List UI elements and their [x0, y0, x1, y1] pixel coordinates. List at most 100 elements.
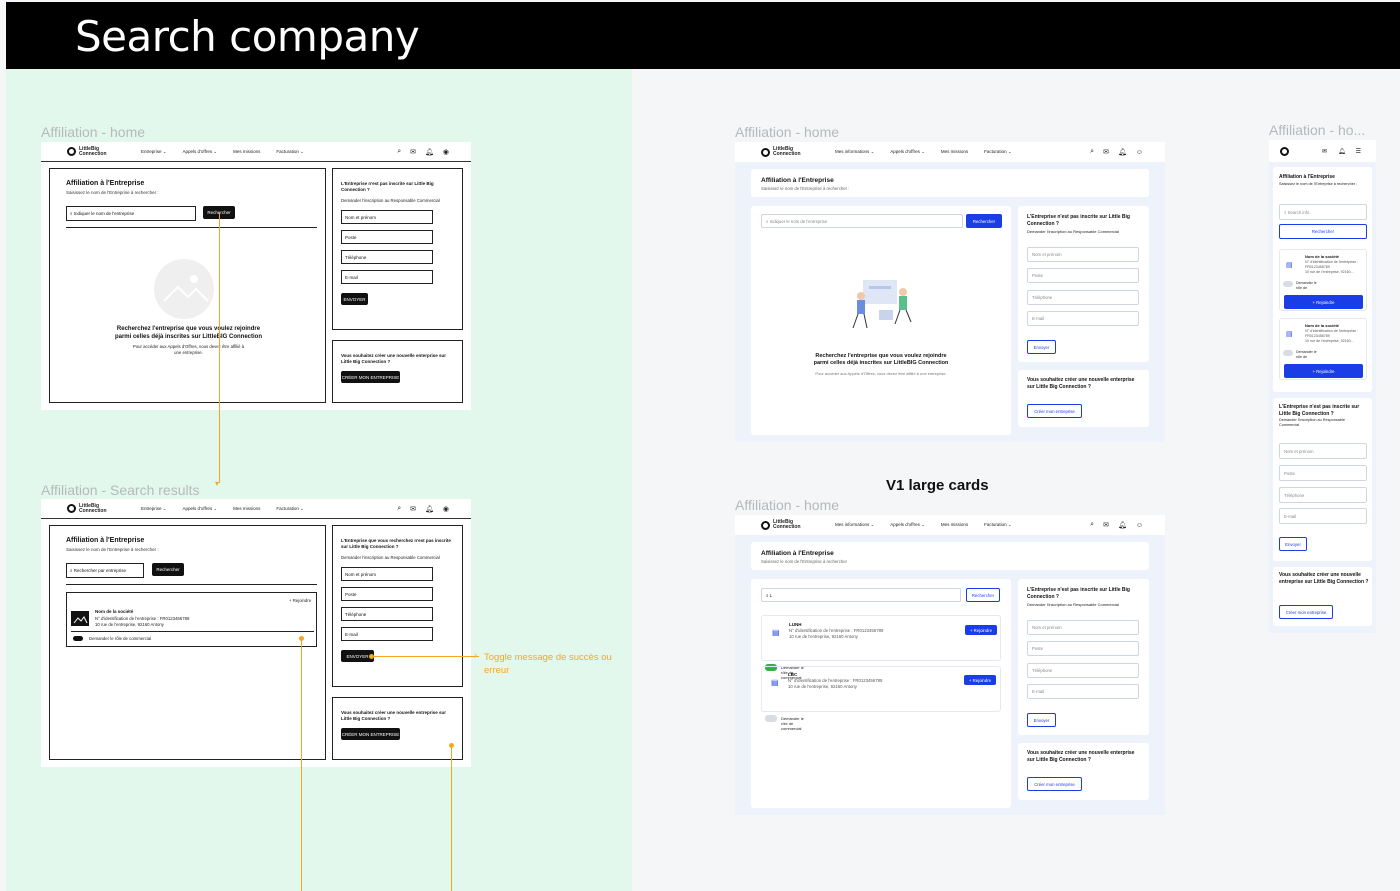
- nav-item[interactable]: Appels d'offres ⌄: [183, 506, 218, 512]
- email-field[interactable]: E-mail: [341, 270, 433, 284]
- main-panel: Affiliation à l'Entreprise Saisissez le …: [49, 525, 326, 760]
- main-card: Affiliation à l'Entreprise Saisissez le …: [1273, 167, 1372, 392]
- search-button[interactable]: Rechercher: [966, 214, 1002, 228]
- commercial-role-toggle[interactable]: [73, 636, 83, 641]
- phone-field[interactable]: Téléphone: [341, 250, 433, 264]
- nav-item[interactable]: Mes missions: [941, 522, 968, 528]
- logo[interactable]: LittleBig Connection: [67, 146, 129, 157]
- name-field[interactable]: Nom et prénom: [1027, 247, 1139, 262]
- bell-icon[interactable]: 🔔︎: [1118, 148, 1127, 156]
- avatar[interactable]: ☺: [1136, 149, 1143, 156]
- name-field[interactable]: Nom et prénom: [1279, 443, 1367, 459]
- nav-item[interactable]: Appels d'offres ⌄: [890, 522, 925, 528]
- arrow-head-icon: ▾: [215, 479, 220, 488]
- phone-field[interactable]: Téléphone: [1027, 663, 1139, 678]
- bell-icon[interactable]: 🔔︎: [425, 505, 434, 513]
- avatar[interactable]: ◉: [443, 148, 449, 156]
- result-card[interactable]: ▤ Nom de la société N° d'identification …: [1279, 249, 1367, 311]
- email-field[interactable]: E-mail: [341, 627, 433, 641]
- join-button[interactable]: + Rejoindre: [1284, 295, 1363, 309]
- name-field[interactable]: Nom et prénom: [1027, 620, 1139, 635]
- avatar[interactable]: ◉: [443, 505, 449, 513]
- email-field[interactable]: E-mail: [1027, 311, 1139, 326]
- join-button[interactable]: + Rejoindre: [1284, 364, 1363, 378]
- send-button[interactable]: Envoyer: [1027, 713, 1056, 727]
- create-company-button[interactable]: CRÉER MON ENTREPRISE: [341, 371, 400, 383]
- create-company-button[interactable]: Créer mon entreprise: [1027, 777, 1082, 791]
- panel-title: Affiliation à l'Entreprise: [761, 177, 834, 184]
- menu-icon[interactable]: ☰: [1356, 148, 1361, 155]
- avatar[interactable]: ☺: [1136, 522, 1143, 529]
- nav-item[interactable]: Facturation ⌄: [984, 522, 1012, 528]
- join-button[interactable]: + Rejoindre: [965, 625, 997, 635]
- search-button[interactable]: Rechercher: [152, 563, 184, 576]
- create-card: Vous souhaitez créer une nouvelle enterp…: [1018, 370, 1149, 427]
- document-icon: ▤: [1286, 331, 1293, 338]
- position-field[interactable]: Poste: [341, 587, 433, 601]
- logo-icon[interactable]: [1280, 146, 1289, 156]
- create-company-button[interactable]: Créer mon entreprise: [1027, 404, 1082, 418]
- logo[interactable]: LittleBig Connection: [761, 520, 823, 530]
- phone-field[interactable]: Téléphone: [341, 607, 433, 621]
- mail-icon[interactable]: ✉: [410, 148, 416, 156]
- nav-item[interactable]: Mes missions: [941, 149, 968, 155]
- search-input[interactable]: ⌕ Rechercher par entreprise: [66, 563, 144, 578]
- search-button[interactable]: Rechercher: [966, 588, 1000, 602]
- result-card[interactable]: ▤ LUNH N° d'identification de l'entrepri…: [761, 615, 1001, 661]
- mail-icon[interactable]: ✉: [410, 505, 416, 513]
- send-button[interactable]: Envoyer: [1027, 340, 1056, 354]
- send-button[interactable]: Envoyer: [1279, 537, 1307, 551]
- position-field[interactable]: Poste: [341, 230, 433, 244]
- bell-icon[interactable]: 🔔︎: [425, 148, 434, 156]
- search-input[interactable]: ⌕ L: [761, 588, 961, 602]
- nav-item[interactable]: Mes missions: [233, 149, 260, 155]
- search-input[interactable]: ⌕ Search info: [1279, 204, 1367, 220]
- nav-item[interactable]: Mes informations ⌄: [835, 149, 874, 155]
- join-button[interactable]: + Rejoindre: [964, 675, 996, 685]
- search-input[interactable]: ⌕ Indiquer le nom de l'entreprise: [66, 206, 196, 221]
- bell-icon[interactable]: 🔔︎: [1338, 148, 1346, 155]
- logo[interactable]: LittleBig Connection: [761, 147, 823, 157]
- result-card[interactable]: ▤ Nom de la société N° d'identification …: [1279, 318, 1367, 380]
- nav-item[interactable]: Facturation ⌄: [276, 506, 304, 512]
- nav-item[interactable]: Entreprise ⌄: [141, 506, 167, 512]
- create-company-button[interactable]: CRÉER MON ENTREPRISE: [341, 728, 400, 740]
- nav-item[interactable]: Appels d'offres ⌄: [890, 149, 925, 155]
- phone-field[interactable]: Téléphone: [1027, 290, 1139, 305]
- nav-item[interactable]: Appels d'offres ⌄: [183, 149, 218, 155]
- phone-field[interactable]: Téléphone: [1279, 487, 1367, 503]
- nav-item[interactable]: Facturation ⌄: [984, 149, 1012, 155]
- position-field[interactable]: Poste: [1027, 641, 1139, 656]
- search-icon[interactable]: ⌕: [1090, 148, 1094, 156]
- divider: [71, 631, 314, 632]
- email-field[interactable]: E-mail: [1279, 508, 1367, 524]
- nav-item[interactable]: Facturation ⌄: [276, 149, 304, 155]
- create-company-button[interactable]: Créer mon entreprise: [1279, 605, 1333, 619]
- mail-icon[interactable]: ✉: [1103, 148, 1109, 156]
- position-field[interactable]: Poste: [1027, 268, 1139, 283]
- wireframe-home-frame: LittleBig Connection Entreprise ⌄ Appels …: [41, 142, 471, 410]
- email-field[interactable]: E-mail: [1027, 684, 1139, 699]
- search-button[interactable]: Rechercher: [1279, 224, 1367, 239]
- nav-item[interactable]: Entreprise ⌄: [141, 149, 167, 155]
- join-link[interactable]: + Rejoindre: [289, 598, 311, 603]
- search-input[interactable]: ⌕ Indiquer le nom de l'entreprise: [761, 214, 963, 228]
- commercial-role-toggle[interactable]: [1283, 281, 1293, 287]
- position-field[interactable]: Poste: [1279, 465, 1367, 481]
- result-card[interactable]: + Rejoindre Nom de la société N° d'ident…: [66, 592, 317, 647]
- name-field[interactable]: Nom et prénom: [341, 210, 433, 224]
- nav-item[interactable]: Mes missions: [233, 506, 260, 512]
- search-icon[interactable]: ⌕: [397, 148, 401, 156]
- search-icon[interactable]: ⌕: [397, 505, 401, 513]
- nav-item[interactable]: Mes informations ⌄: [835, 522, 874, 528]
- logo[interactable]: LittleBig Connection: [67, 503, 129, 514]
- search-icon[interactable]: ⌕: [1090, 521, 1094, 529]
- commercial-role-toggle[interactable]: [1283, 350, 1293, 356]
- mail-icon[interactable]: ✉: [1322, 148, 1327, 155]
- section-title: V1 large cards: [886, 477, 989, 494]
- commercial-role-toggle[interactable]: [765, 715, 777, 722]
- mail-icon[interactable]: ✉: [1103, 521, 1109, 529]
- bell-icon[interactable]: 🔔︎: [1118, 521, 1127, 529]
- send-button[interactable]: ENVOYER: [341, 293, 368, 305]
- name-field[interactable]: Nom et prénom: [341, 567, 433, 581]
